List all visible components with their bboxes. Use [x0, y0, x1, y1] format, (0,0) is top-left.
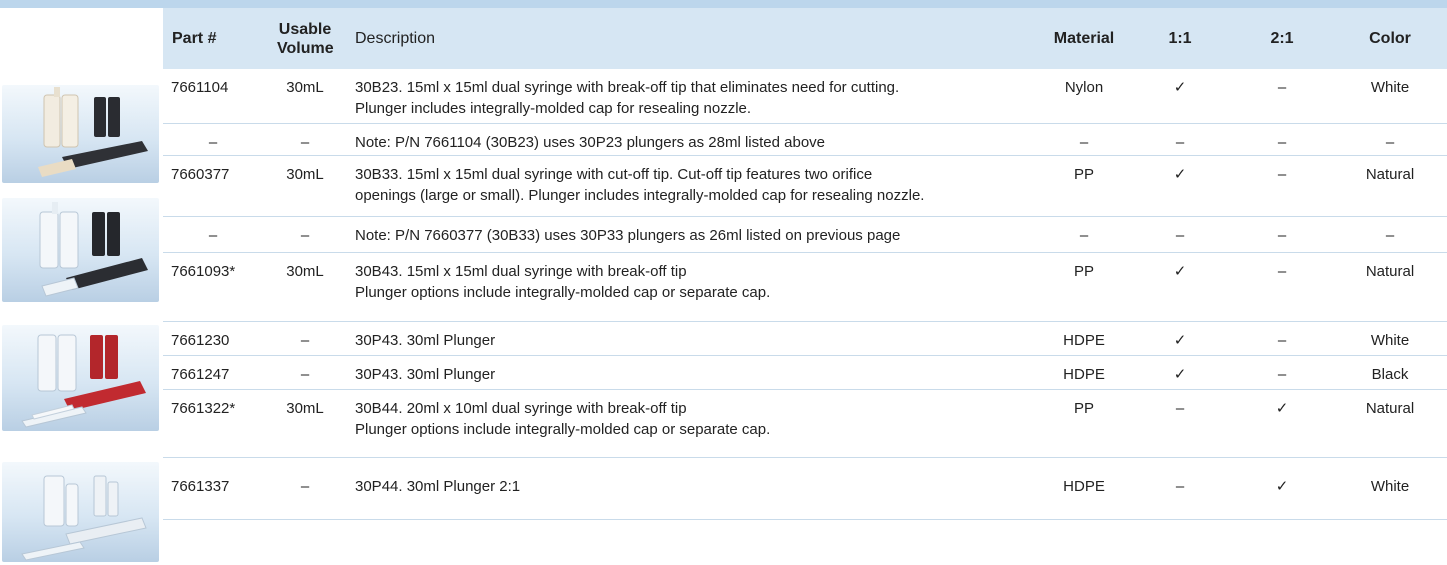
part-number: –	[163, 123, 263, 156]
color: White	[1333, 321, 1447, 356]
description: 30P44. 30ml Plunger 2:1	[347, 457, 1039, 520]
color: –	[1333, 123, 1447, 156]
ratio-1-1: ✓	[1129, 355, 1231, 390]
description: 30B43. 15ml x 15ml dual syringe with bre…	[347, 252, 1039, 322]
table-row: – – Note: P/N 7660377 (30B33) uses 30P33…	[163, 216, 1447, 253]
product-photo-30b44	[2, 462, 159, 562]
material: HDPE	[1039, 355, 1129, 390]
product-table: Part # Usable Volume Description Materia…	[163, 8, 1447, 520]
color: Natural	[1333, 252, 1447, 322]
ratio-1-1: ✓	[1129, 252, 1231, 322]
table-row: 7661104 30mL 30B23. 15ml x 15ml dual syr…	[163, 69, 1447, 124]
product-photo-30b43	[2, 325, 159, 431]
part-number: 7661093*	[163, 252, 263, 322]
part-number: –	[163, 216, 263, 253]
table-row: 7661093* 30mL 30B43. 15ml x 15ml dual sy…	[163, 252, 1447, 322]
image-column-header	[0, 8, 163, 69]
ratio-2-1: –	[1231, 216, 1333, 253]
ratio-1-1: –	[1129, 123, 1231, 156]
column-header-material: Material	[1039, 8, 1129, 69]
material: –	[1039, 123, 1129, 156]
color: –	[1333, 216, 1447, 253]
ratio-2-1: –	[1231, 155, 1333, 217]
product-photo-30b23	[2, 85, 159, 183]
description: 30B44. 20ml x 10ml dual syringe with bre…	[347, 389, 1039, 458]
description: 30B33. 15ml x 15ml dual syringe with cut…	[347, 155, 1039, 217]
part-number: 7661322*	[163, 389, 263, 458]
ratio-1-1: –	[1129, 457, 1231, 520]
column-header-color: Color	[1333, 8, 1447, 69]
description: 30P43. 30ml Plunger	[347, 321, 1039, 356]
ratio-1-1: –	[1129, 389, 1231, 458]
color: Black	[1333, 355, 1447, 390]
table-row: 7661322* 30mL 30B44. 20ml x 10ml dual sy…	[163, 389, 1447, 458]
ratio-1-1: ✓	[1129, 155, 1231, 217]
usable-volume: 30mL	[263, 155, 347, 217]
ratio-2-1: –	[1231, 69, 1333, 124]
usable-volume: 30mL	[263, 389, 347, 458]
ratio-2-1: –	[1231, 321, 1333, 356]
color: White	[1333, 457, 1447, 520]
part-number: 7661247	[163, 355, 263, 390]
column-header-usable-volume: Usable Volume	[263, 8, 347, 69]
description: Note: P/N 7661104 (30B23) uses 30P23 plu…	[347, 123, 1039, 156]
ratio-2-1: –	[1231, 355, 1333, 390]
color: Natural	[1333, 389, 1447, 458]
ratio-2-1: –	[1231, 123, 1333, 156]
usable-volume: –	[263, 457, 347, 520]
ratio-2-1: ✓	[1231, 457, 1333, 520]
material: PP	[1039, 252, 1129, 322]
ratio-2-1: –	[1231, 252, 1333, 322]
description: 30B23. 15ml x 15ml dual syringe with bre…	[347, 69, 1039, 124]
table-row: – – Note: P/N 7661104 (30B23) uses 30P23…	[163, 123, 1447, 156]
usable-volume: 30mL	[263, 69, 347, 124]
material: PP	[1039, 155, 1129, 217]
material: –	[1039, 216, 1129, 253]
table-row: 7660377 30mL 30B33. 15ml x 15ml dual syr…	[163, 155, 1447, 217]
color: Natural	[1333, 155, 1447, 217]
column-header-ratio-2-1: 2:1	[1231, 8, 1333, 69]
table-row: 7661230 – 30P43. 30ml Plunger HDPE ✓ – W…	[163, 321, 1447, 356]
description: Note: P/N 7660377 (30B33) uses 30P33 plu…	[347, 216, 1039, 253]
material: HDPE	[1039, 457, 1129, 520]
table-row: 7661247 – 30P43. 30ml Plunger HDPE ✓ – B…	[163, 355, 1447, 390]
ratio-2-1: ✓	[1231, 389, 1333, 458]
usable-volume: –	[263, 321, 347, 356]
material: PP	[1039, 389, 1129, 458]
table-header-row: Part # Usable Volume Description Materia…	[163, 8, 1447, 69]
table-row: 7661337 – 30P44. 30ml Plunger 2:1 HDPE –…	[163, 457, 1447, 520]
ratio-1-1: ✓	[1129, 69, 1231, 124]
part-number: 7661337	[163, 457, 263, 520]
usable-volume: –	[263, 123, 347, 156]
part-number: 7660377	[163, 155, 263, 217]
part-number: 7661104	[163, 69, 263, 124]
material: HDPE	[1039, 321, 1129, 356]
column-header-description: Description	[347, 8, 1039, 69]
column-header-ratio-1-1: 1:1	[1129, 8, 1231, 69]
usable-volume: –	[263, 216, 347, 253]
material: Nylon	[1039, 69, 1129, 124]
color: White	[1333, 69, 1447, 124]
description: 30P43. 30ml Plunger	[347, 355, 1039, 390]
ratio-1-1: –	[1129, 216, 1231, 253]
usable-volume: 30mL	[263, 252, 347, 322]
column-header-part: Part #	[163, 8, 263, 69]
product-photo-30b33	[2, 198, 159, 302]
usable-volume: –	[263, 355, 347, 390]
top-accent-bar	[0, 0, 1447, 8]
ratio-1-1: ✓	[1129, 321, 1231, 356]
part-number: 7661230	[163, 321, 263, 356]
